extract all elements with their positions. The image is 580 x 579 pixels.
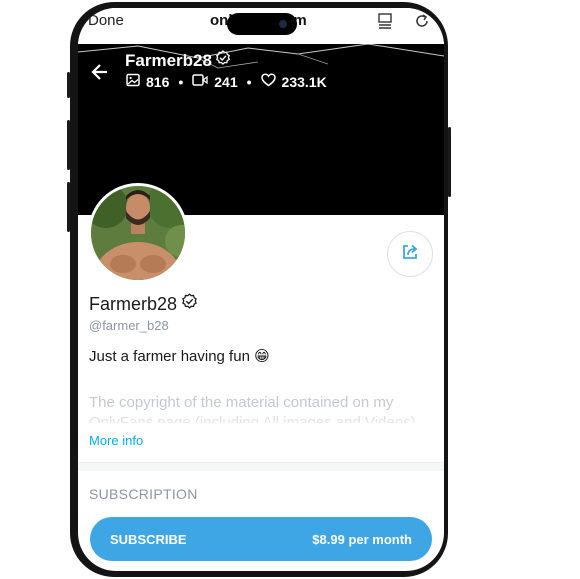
mute-switch	[67, 72, 70, 98]
profile-handle: @farmer_b28	[89, 318, 169, 333]
heart-icon	[260, 73, 276, 90]
camera-notch	[227, 13, 297, 35]
photos-count: 816	[146, 73, 170, 90]
phone-screen: Done onlyfans.com	[78, 8, 444, 571]
verified-badge-icon	[215, 50, 231, 71]
header-stats: 816 • 241 • 233.1K	[126, 73, 327, 90]
videos-count: 241	[214, 73, 238, 90]
back-arrow-icon[interactable]	[90, 62, 110, 87]
likes-count: 233.1K	[281, 73, 327, 90]
share-icon	[400, 242, 420, 267]
profile-name-text: Farmerb28	[89, 293, 178, 314]
photos-stat: 816	[126, 73, 169, 90]
stat-separator: •	[246, 73, 252, 90]
avatar[interactable]	[88, 183, 188, 283]
volume-up-button	[67, 120, 70, 170]
profile-bio: Just a farmer having fun 😁	[89, 348, 270, 365]
image-icon	[126, 73, 140, 90]
section-divider	[78, 462, 444, 471]
subscribe-label: SUBSCRIBE	[110, 531, 187, 547]
subscribe-price: $8.99 per month	[312, 531, 412, 547]
header-name: Farmerb28	[125, 50, 231, 71]
volume-down-button	[67, 182, 70, 232]
power-button	[448, 127, 451, 197]
done-button[interactable]: Done	[88, 12, 124, 29]
text-fade	[78, 413, 444, 433]
video-icon	[192, 73, 208, 90]
subscription-label: SUBSCRIPTION	[89, 486, 198, 502]
browser-bar: Done onlyfans.com	[78, 8, 444, 44]
tabs-icon[interactable]	[376, 12, 394, 35]
likes-stat: 233.1K	[260, 73, 327, 90]
share-button[interactable]	[387, 231, 433, 277]
reload-icon[interactable]	[413, 12, 431, 35]
verified-badge-icon	[181, 293, 198, 315]
profile-name: Farmerb28	[89, 293, 198, 315]
videos-stat: 241	[192, 73, 238, 90]
more-info-link[interactable]: More info	[89, 433, 143, 448]
header-name-text: Farmerb28	[125, 50, 212, 70]
subscribe-button[interactable]: SUBSCRIBE $8.99 per month	[90, 517, 432, 561]
stat-separator: •	[178, 73, 184, 90]
camera-lens	[279, 20, 287, 28]
